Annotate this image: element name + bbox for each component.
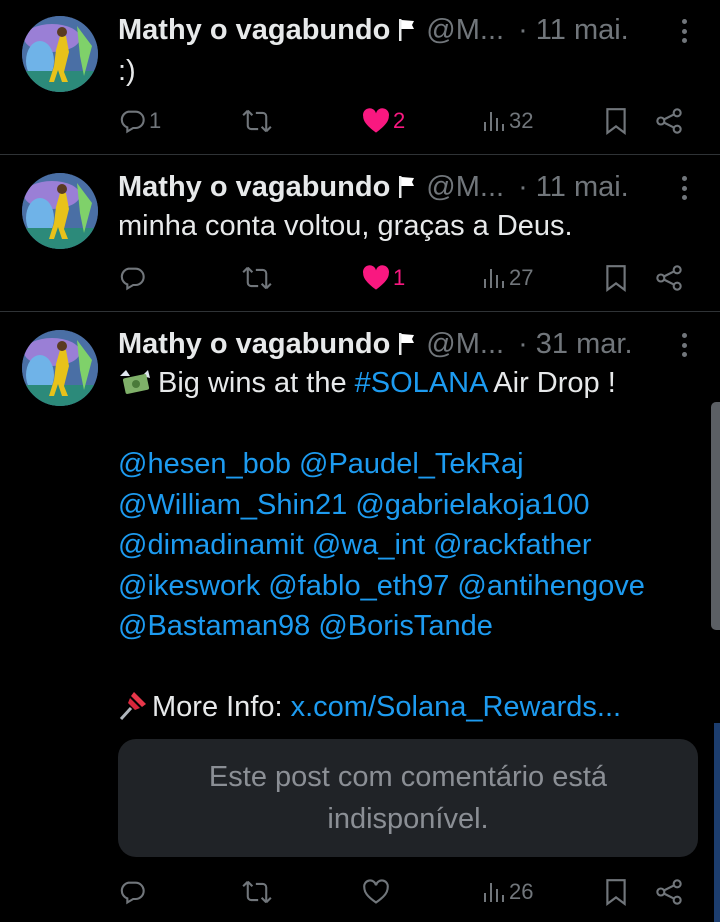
views-count: 27 xyxy=(509,265,534,290)
views-icon xyxy=(484,883,504,902)
share-icon xyxy=(656,108,682,134)
post-time[interactable]: · 31 mar. xyxy=(518,328,632,361)
repost-icon xyxy=(242,109,272,133)
hashtag-link[interactable]: #SOLANA xyxy=(355,367,487,399)
post-text: Big wins at the #SOLANA Air Drop ! @hese… xyxy=(118,363,700,728)
avatar[interactable] xyxy=(22,16,98,92)
more-info-line: More Info: x.com/Solana_Rewards... xyxy=(118,687,700,728)
post-2[interactable]: Mathy o vagabundo @M... · 11 mai. minha … xyxy=(0,155,720,312)
mention-line[interactable]: @ikeswork @fablo_eth97 @antihengove xyxy=(118,566,700,607)
more-icon[interactable] xyxy=(678,173,690,203)
action-bar: 26 xyxy=(0,872,720,912)
heart-icon xyxy=(363,879,389,904)
avatar[interactable] xyxy=(22,173,98,249)
more-info-link[interactable]: x.com/Solana_Rewards... xyxy=(291,691,621,723)
author-name[interactable]: Mathy o vagabundo xyxy=(118,328,390,361)
more-icon[interactable] xyxy=(678,330,690,360)
heart-icon xyxy=(363,108,389,133)
share-button[interactable] xyxy=(655,101,683,141)
share-button[interactable] xyxy=(655,872,683,912)
post-time[interactable]: · 11 mai. xyxy=(518,171,629,204)
repost-button[interactable] xyxy=(242,101,275,141)
reply-icon xyxy=(120,267,145,291)
avatar[interactable] xyxy=(22,330,98,406)
more-icon[interactable] xyxy=(678,16,690,46)
bookmark-button[interactable] xyxy=(605,872,627,912)
like-button[interactable]: 1 xyxy=(362,258,405,298)
reply-button[interactable] xyxy=(118,872,149,912)
share-icon xyxy=(656,265,682,291)
post-text-before: Big wins at the xyxy=(158,367,355,399)
reply-button[interactable]: 1 xyxy=(118,101,161,141)
scroll-edge-indicator xyxy=(714,723,720,922)
author-handle[interactable]: @M... xyxy=(426,14,504,47)
author-name[interactable]: Mathy o vagabundo xyxy=(118,171,390,204)
heart-icon xyxy=(363,265,389,290)
views-icon xyxy=(484,269,504,288)
mention-line[interactable]: @Bastaman98 @BorisTande xyxy=(118,606,700,647)
repost-icon xyxy=(242,266,272,290)
white-flag-icon xyxy=(399,176,415,198)
views-button[interactable]: 27 xyxy=(482,258,533,298)
bookmark-icon xyxy=(606,108,626,135)
mention-line[interactable]: @hesen_bob @Paudel_TekRaj xyxy=(118,444,700,485)
money-with-wings-emoji xyxy=(120,370,150,394)
post-1[interactable]: Mathy o vagabundo @M... · 11 mai. :) 1 2… xyxy=(0,0,720,155)
author-handle[interactable]: @M... xyxy=(426,171,504,204)
mention-line[interactable]: @dimadinamit @wa_int @rackfather xyxy=(118,525,700,566)
repost-icon xyxy=(242,880,272,904)
bookmark-icon xyxy=(606,265,626,292)
reply-icon xyxy=(120,110,145,134)
white-flag-icon xyxy=(399,19,415,41)
views-button[interactable]: 32 xyxy=(482,101,533,141)
like-count: 2 xyxy=(393,108,406,133)
repost-button[interactable] xyxy=(242,258,275,298)
reply-icon xyxy=(120,881,145,905)
white-flag-icon xyxy=(399,333,415,355)
views-icon xyxy=(484,112,504,131)
post-text-after: Air Drop ! xyxy=(486,367,616,399)
bookmark-icon xyxy=(606,879,626,906)
bookmark-button[interactable] xyxy=(605,258,627,298)
views-button[interactable]: 26 xyxy=(482,872,533,912)
share-icon xyxy=(656,879,682,905)
like-count: 1 xyxy=(393,265,406,290)
scrollbar-thumb[interactable] xyxy=(711,402,720,630)
post-text: :) xyxy=(118,55,136,87)
more-info-label: More Info: xyxy=(152,691,291,723)
mention-line[interactable]: @William_Shin21 @gabrielakoja100 xyxy=(118,485,700,526)
action-bar: 1 27 xyxy=(0,258,720,298)
reply-button[interactable] xyxy=(118,258,149,298)
repost-button[interactable] xyxy=(242,872,275,912)
pushpin-emoji xyxy=(119,692,146,721)
post-3[interactable]: Mathy o vagabundo @M... · 31 mar. Big wi… xyxy=(0,312,720,922)
post-time[interactable]: · 11 mai. xyxy=(518,14,629,47)
post-line-1: Big wins at the #SOLANA Air Drop ! xyxy=(118,363,700,404)
author-handle[interactable]: @M... xyxy=(426,328,504,361)
author-name[interactable]: Mathy o vagabundo xyxy=(118,14,390,47)
like-button[interactable]: 2 xyxy=(362,101,405,141)
reply-count: 1 xyxy=(149,108,162,133)
action-bar: 1 2 32 xyxy=(0,101,720,141)
views-count: 32 xyxy=(509,108,534,133)
share-button[interactable] xyxy=(655,258,683,298)
like-button[interactable] xyxy=(362,872,393,912)
bookmark-button[interactable] xyxy=(605,101,627,141)
views-count: 26 xyxy=(509,879,534,904)
post-text: minha conta voltou, graças a Deus. xyxy=(118,210,573,242)
unavailable-quote: Este post com comentário está indisponív… xyxy=(118,739,698,857)
